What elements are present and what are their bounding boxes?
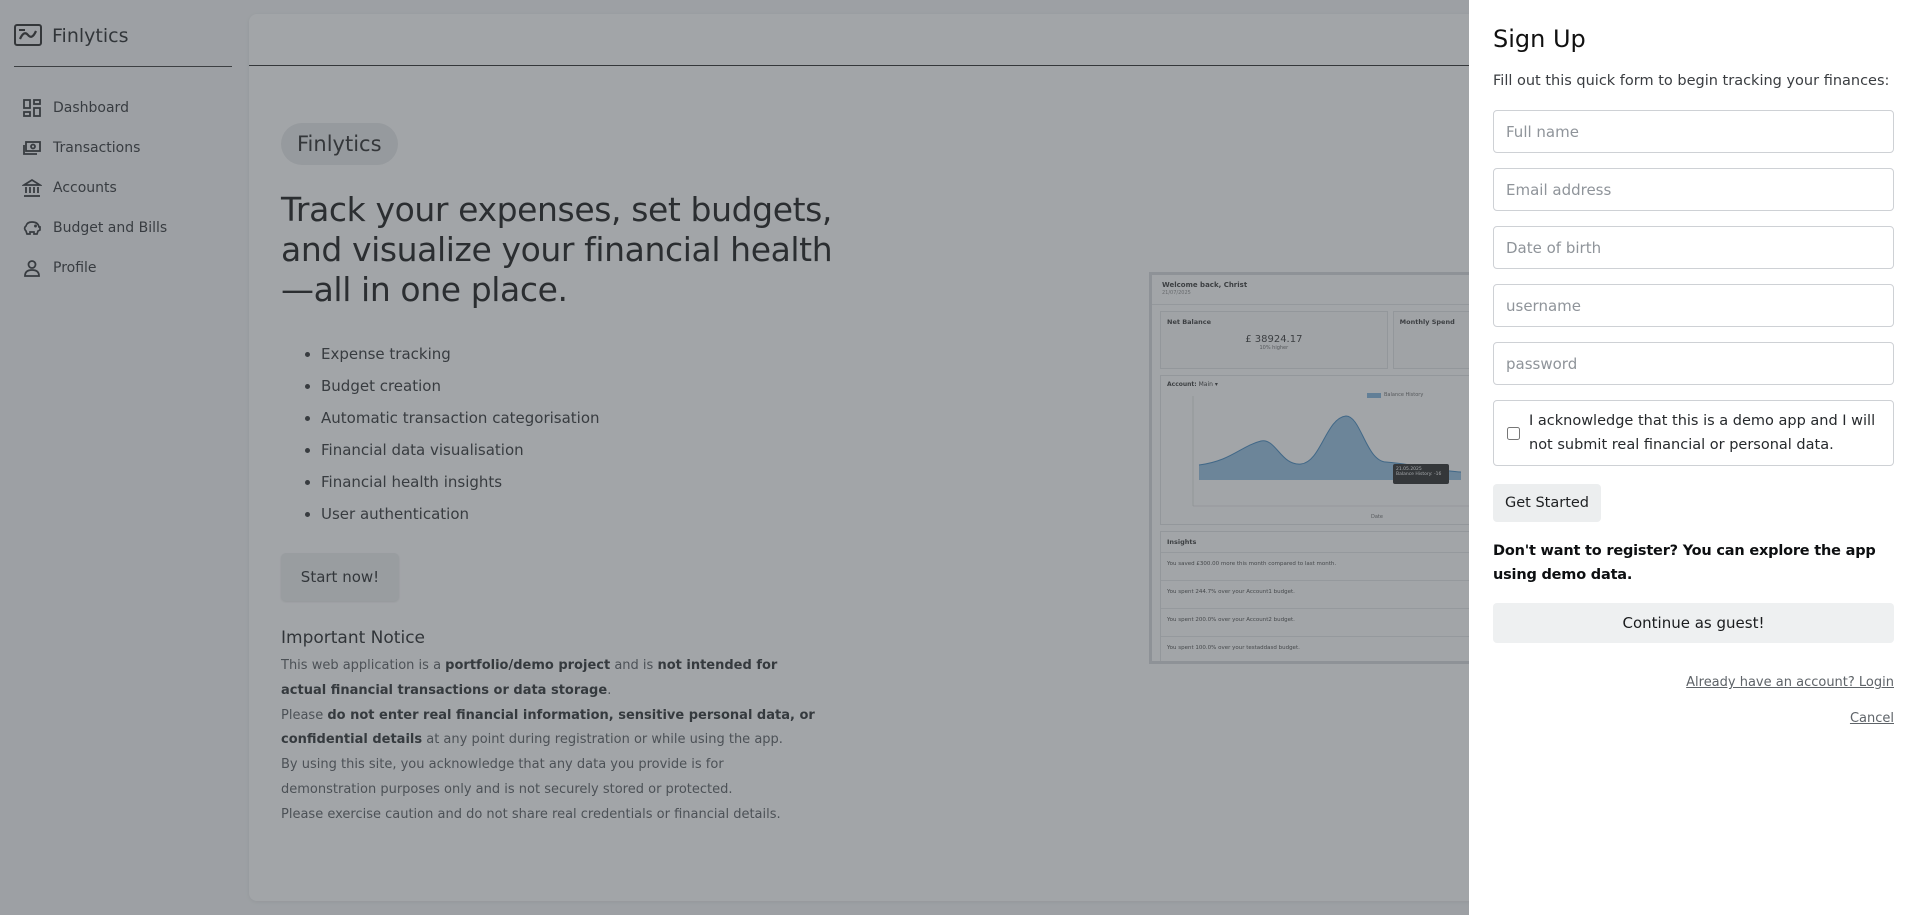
continue-as-guest-button[interactable]: Continue as guest! [1493, 603, 1894, 643]
acknowledge-checkbox[interactable] [1507, 426, 1520, 440]
signup-drawer: Sign Up Fill out this quick form to begi… [1469, 0, 1915, 915]
login-link[interactable]: Already have an account? Login [1686, 675, 1894, 690]
acknowledge-box[interactable]: I acknowledge that this is a demo app an… [1493, 400, 1894, 466]
full-name-input[interactable] [1493, 110, 1894, 153]
date-of-birth-input[interactable] [1493, 226, 1894, 269]
acknowledge-label: I acknowledge that this is a demo app an… [1529, 413, 1876, 453]
get-started-button[interactable]: Get Started [1493, 484, 1601, 522]
username-input[interactable] [1493, 284, 1894, 327]
guest-note: Don't want to register? You can explore … [1493, 543, 1876, 583]
modal-backdrop[interactable] [0, 0, 1470, 915]
email-input[interactable] [1493, 168, 1894, 211]
password-input[interactable] [1493, 342, 1894, 385]
signup-title: Sign Up [1493, 25, 1586, 53]
signup-subtitle: Fill out this quick form to begin tracki… [1493, 73, 1890, 89]
cancel-link[interactable]: Cancel [1850, 711, 1894, 726]
